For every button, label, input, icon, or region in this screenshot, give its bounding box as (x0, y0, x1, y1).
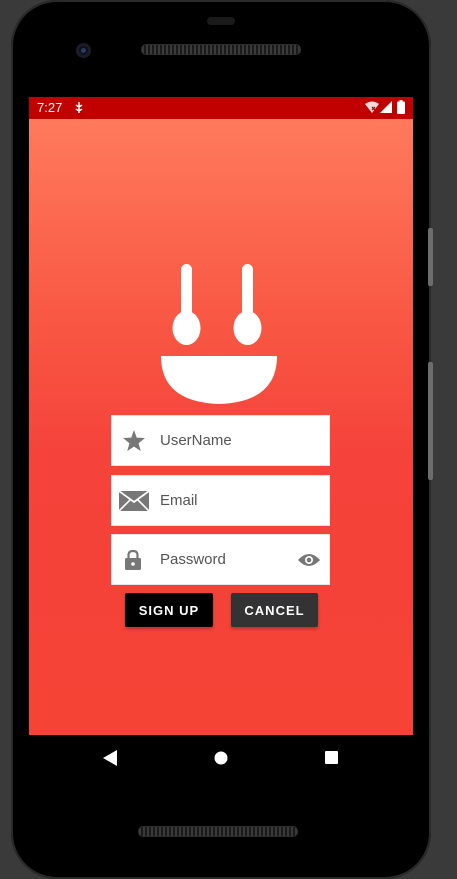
lock-icon (124, 535, 142, 584)
cancel-button[interactable]: CANCEL (231, 593, 318, 627)
volume-button (428, 228, 433, 286)
password-input[interactable] (160, 535, 290, 584)
star-icon (122, 416, 146, 465)
earpiece (207, 17, 235, 25)
power-button (428, 362, 433, 480)
username-input[interactable] (160, 416, 290, 465)
device-screen: 7:27 UserName Email SIGN UP CANCEL (29, 97, 413, 735)
top-speaker-grille (141, 44, 301, 55)
email-input[interactable] (160, 476, 290, 525)
front-camera (76, 43, 91, 58)
status-bar: 7:27 (29, 97, 413, 119)
back-triangle-icon[interactable] (103, 750, 117, 771)
username-field[interactable] (111, 415, 330, 466)
home-circle-icon[interactable] (214, 751, 228, 770)
status-time: 7:27 (37, 100, 63, 115)
navigation-bar (29, 735, 413, 781)
envelope-icon (118, 476, 150, 525)
cell-signal-icon (380, 101, 392, 116)
recents-square-icon[interactable] (325, 751, 338, 769)
signal-debug-icon (74, 101, 84, 117)
email-field[interactable] (111, 475, 330, 526)
password-field[interactable] (111, 534, 330, 585)
login-screen: SIGN UP CANCEL (29, 119, 413, 735)
eye-icon[interactable] (297, 535, 321, 584)
bottom-speaker-grille (138, 826, 298, 837)
smiley-bowl-logo (161, 264, 279, 411)
wifi-icon (365, 101, 379, 116)
sign-up-button[interactable]: SIGN UP (125, 593, 213, 627)
battery-icon (397, 100, 405, 117)
